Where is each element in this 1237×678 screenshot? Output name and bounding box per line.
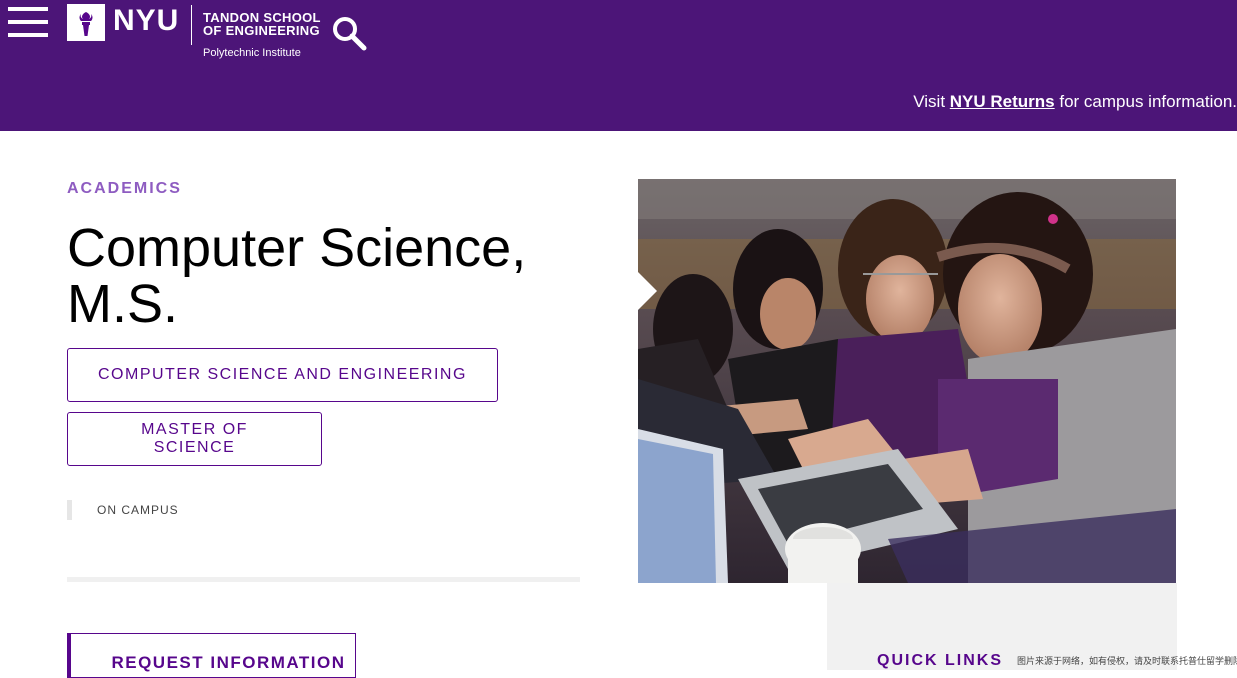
- department-tag-button[interactable]: COMPUTER SCIENCE AND ENGINEERING: [67, 348, 498, 402]
- search-icon[interactable]: [331, 15, 367, 51]
- delivery-mode: ON CAMPUS: [97, 503, 179, 517]
- nyu-wordmark[interactable]: NYU: [113, 4, 179, 38]
- photo-pointer: [638, 272, 657, 310]
- school-name[interactable]: TANDON SCHOOL OF ENGINEERING: [203, 11, 321, 37]
- request-information-button[interactable]: REQUEST INFORMATION: [67, 633, 356, 678]
- campus-notice: Visit NYU Returns for campus information…: [913, 92, 1237, 112]
- page-title: Computer Science, M.S.: [67, 220, 627, 332]
- notice-suffix: for campus information.: [1054, 92, 1237, 111]
- students-laptop-photo: [638, 179, 1176, 583]
- logo-divider: [191, 5, 192, 45]
- notice-prefix: Visit: [913, 92, 950, 111]
- school-name-line2: OF ENGINEERING: [203, 23, 320, 38]
- quick-links-title: QUICK LINKS: [877, 652, 1003, 669]
- section-divider: [67, 577, 580, 582]
- nyu-torch-logo[interactable]: [67, 4, 105, 41]
- campus-indicator-bar: [67, 500, 72, 520]
- page-title-line2: M.S.: [67, 274, 179, 334]
- page-title-line1: Computer Science,: [67, 218, 527, 278]
- degree-tag-button[interactable]: MASTER OF SCIENCE: [67, 412, 322, 466]
- breadcrumb-academics[interactable]: ACADEMICS: [67, 180, 182, 198]
- school-subtitle: Polytechnic Institute: [203, 47, 301, 59]
- nyu-returns-link[interactable]: NYU Returns: [950, 92, 1055, 111]
- menu-icon[interactable]: [8, 7, 48, 37]
- watermark-text: 图片来源于网络，如有侵权，请及时联系托普仕留学删除: [1017, 656, 1237, 666]
- site-header: NYU TANDON SCHOOL OF ENGINEERING Polytec…: [0, 0, 1237, 131]
